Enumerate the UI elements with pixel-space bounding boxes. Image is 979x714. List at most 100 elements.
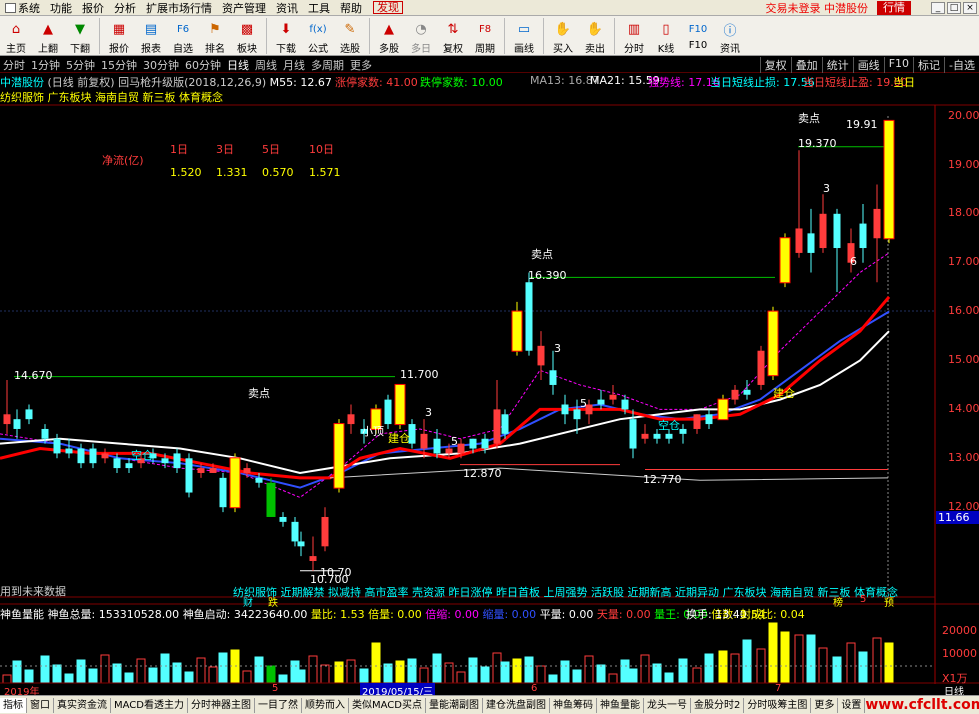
toolbar-kline-button[interactable]: ▯ K线 <box>650 16 682 56</box>
volume-indicator-name[interactable]: 神鱼量能 <box>0 608 44 621</box>
count-3-c: 3 <box>823 182 830 195</box>
menu-item-asset[interactable]: 资产管理 <box>217 0 271 16</box>
overlay-tab[interactable]: 叠加 <box>790 56 822 73</box>
tab-macd-main-force[interactable]: MACD看透主力 <box>111 697 188 713</box>
toolbar-label: 自选 <box>173 44 193 55</box>
toolbar-stock-picker-button[interactable]: ✎ 选股 <box>334 16 366 56</box>
f10-tab[interactable]: F10 <box>883 56 913 73</box>
menu-item-tools[interactable]: 工具 <box>303 0 335 16</box>
toolbar-period-button[interactable]: F8 周期 <box>469 16 501 56</box>
tab-at-a-glance[interactable]: 一目了然 <box>255 697 302 713</box>
intraday-icon: ▥ <box>627 21 641 37</box>
menu-item-news[interactable]: 资讯 <box>271 0 303 16</box>
period-intraday[interactable]: 分时 <box>0 57 28 73</box>
menu-item-extended-market[interactable]: 扩展市场行情 <box>141 0 217 16</box>
stats-tab[interactable]: 统计 <box>821 56 853 73</box>
watchlist-tab[interactable]: -自选 <box>944 56 979 73</box>
toolbar-download-button[interactable]: ⬇ 下载 <box>270 16 302 56</box>
volume-ratio: 量比: 1.53 <box>310 608 365 621</box>
toolbar-rank-button[interactable]: ⚑ 排名 <box>199 16 231 56</box>
toolbar-separator <box>614 18 615 54</box>
tab-window[interactable]: 窗口 <box>27 697 54 713</box>
volume-bar <box>536 665 546 684</box>
menu-item-analysis[interactable]: 分析 <box>109 0 141 16</box>
volume-bar <box>242 670 252 684</box>
toolbar-multi-stock-button[interactable]: ▲ 多股 <box>373 16 405 56</box>
volume-bar <box>480 666 490 684</box>
candle-body <box>291 521 299 542</box>
tab-follow-trend[interactable]: 顺势而入 <box>302 697 349 713</box>
volume-bar <box>160 653 170 684</box>
adjust-tab[interactable]: 复权 <box>759 56 791 73</box>
volume-bar <box>652 663 662 684</box>
candle-body <box>3 414 11 425</box>
tab-volume-tide[interactable]: 量能潮副图 <box>426 697 483 713</box>
toolbar-label: 资讯 <box>720 44 740 55</box>
volume-bar <box>596 664 606 684</box>
candle-body <box>549 370 557 385</box>
toolbar-formula-button[interactable]: f(x) 公式 <box>302 16 334 56</box>
netflow-header-10d: 10日 <box>309 143 334 156</box>
period-monthly[interactable]: 月线 <box>280 57 308 73</box>
tab-real-capital-flow[interactable]: 真实资金流 <box>54 697 111 713</box>
stock-name[interactable]: 中潜股份 <box>0 76 44 89</box>
period-30min[interactable]: 30分钟 <box>140 57 182 73</box>
tab-indicator[interactable]: 指标 <box>0 697 27 713</box>
period-daily[interactable]: 日线 <box>224 57 252 73</box>
tab-intraday-tool[interactable]: 分时神器主图 <box>188 697 255 713</box>
toolbar-page-down-button[interactable]: ▼ 下翻 <box>64 16 96 56</box>
toolbar-label: 周期 <box>475 44 495 55</box>
period-1min[interactable]: 1分钟 <box>28 57 63 73</box>
rank-marker: 榜 <box>833 598 843 609</box>
tab-leader-one[interactable]: 龙头一号 <box>644 697 691 713</box>
tab-build-wash[interactable]: 建仓洗盘副图 <box>483 697 550 713</box>
multi-stock-icon: ▲ <box>384 21 394 37</box>
toolbar-quote-button[interactable]: ▦ 报价 <box>103 16 135 56</box>
toolbar-report-button[interactable]: ▤ 报表 <box>135 16 167 56</box>
volume-bar <box>254 656 264 684</box>
tab-intraday-accumulate[interactable]: 分时吸筹主图 <box>744 697 812 713</box>
tab-settings[interactable]: 设置 <box>838 697 866 713</box>
volume-bar <box>780 631 790 684</box>
period-5min[interactable]: 5分钟 <box>63 57 98 73</box>
toolbar-buy-button[interactable]: ✋ 买入 <box>547 16 579 56</box>
period-15min[interactable]: 15分钟 <box>98 57 140 73</box>
volume-bar <box>308 655 318 684</box>
period-60min[interactable]: 60分钟 <box>182 57 224 73</box>
toolbar-info-button[interactable]: ⓘ 资讯 <box>714 16 746 56</box>
toolbar-watchlist-button[interactable]: F6 自选 <box>167 16 199 56</box>
tab-fish-chips[interactable]: 神鱼筹码 <box>550 697 597 713</box>
discover-button[interactable]: 发现 <box>373 1 403 14</box>
period-weekly[interactable]: 周线 <box>252 57 280 73</box>
menu-item-function[interactable]: 功能 <box>45 0 77 16</box>
toolbar-multi-day-button[interactable]: ◔ 多日 <box>405 16 437 56</box>
indicator-name[interactable]: 回马枪升级版(2018,12,26,9) <box>118 76 266 89</box>
trade-login-status[interactable]: 交易未登录 中潜股份 <box>761 0 874 16</box>
period-multi[interactable]: 多周期 <box>308 57 347 73</box>
chart-mode: (日线 前复权) <box>47 76 115 89</box>
toolbar-page-up-button[interactable]: ▲ 上翻 <box>32 16 64 56</box>
menu-item-quote[interactable]: 报价 <box>77 0 109 16</box>
market-button[interactable]: 行情 <box>877 0 911 15</box>
toolbar-sell-button[interactable]: ✋ 卖出 <box>579 16 611 56</box>
draw-tab[interactable]: 画线 <box>852 56 884 73</box>
menu-item-help[interactable]: 帮助 <box>335 0 367 16</box>
tab-fish-volume[interactable]: 神鱼量能 <box>597 697 644 713</box>
mark-tab[interactable]: 标记 <box>913 56 944 73</box>
tab-more[interactable]: 更多 <box>811 697 839 713</box>
toolbar-adjust-button[interactable]: ⇅ 复权 <box>437 16 469 56</box>
menu-item-system[interactable]: 系统 <box>0 0 45 16</box>
minimize-icon[interactable]: _ <box>931 1 945 14</box>
volume-bar <box>572 669 582 684</box>
toolbar-sector-button[interactable]: ▩ 板块 <box>231 16 263 56</box>
tab-golden-intraday[interactable]: 金股分时2 <box>691 697 745 713</box>
close-icon[interactable]: × <box>963 1 977 14</box>
toolbar-home-button[interactable]: ⌂ 主页 <box>0 16 32 56</box>
tab-macd-buy[interactable]: 类似MACD买点 <box>349 697 426 713</box>
candle-body <box>705 414 713 425</box>
toolbar-intraday-button[interactable]: ▥ 分时 <box>618 16 650 56</box>
period-more[interactable]: 更多 <box>347 57 375 73</box>
toolbar-draw-button[interactable]: ▭ 画线 <box>508 16 540 56</box>
maximize-icon[interactable]: □ <box>947 1 961 14</box>
toolbar-f10-button[interactable]: F10 F10 <box>682 16 714 56</box>
